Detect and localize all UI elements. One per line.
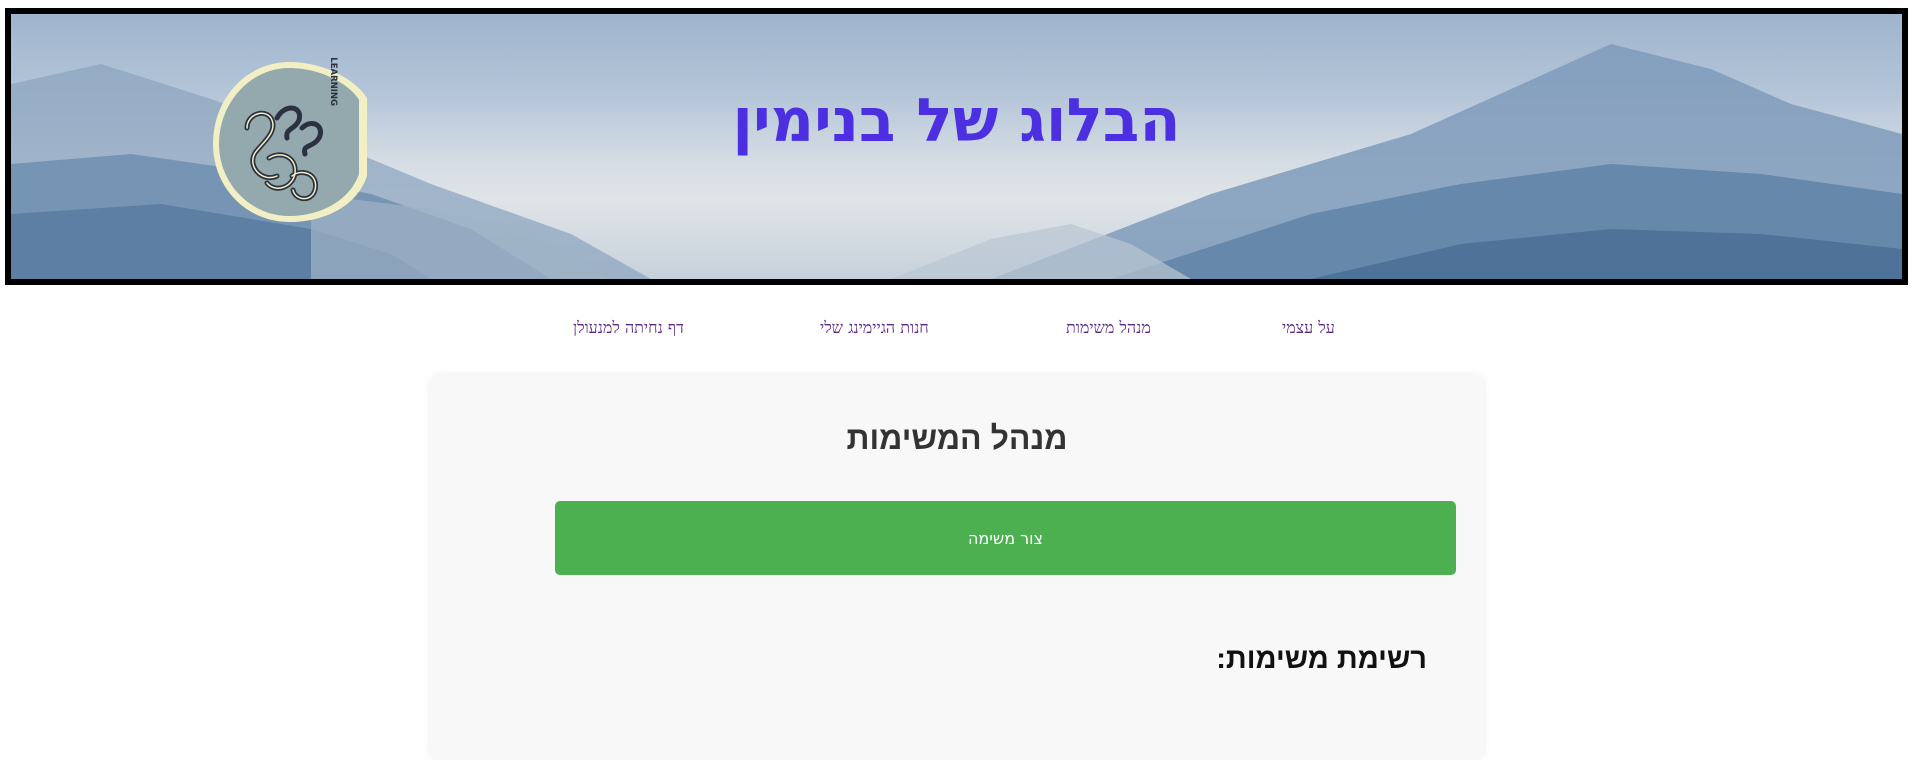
task-list-heading: רשימת משימות:	[1216, 643, 1427, 675]
task-manager-card: מנהל המשימות צור משימה רשימת משימות:	[430, 375, 1484, 760]
nav-item-locksmith-landing[interactable]: דף נחיתה למנעולן	[573, 318, 684, 338]
create-task-button[interactable]: צור משימה	[555, 501, 1456, 575]
nav-item-task-manager[interactable]: מנהל משימות	[1066, 318, 1151, 338]
main-nav: על עצמי מנהל משימות חנות הגיימינג שלי דף…	[0, 318, 1914, 342]
nav-item-about-me[interactable]: על עצמי	[1282, 318, 1335, 338]
page-title: מנהל המשימות	[846, 420, 1068, 456]
nav-item-gaming-store[interactable]: חנות הגיימינג שלי	[820, 318, 929, 338]
site-title: הבלוג של בנימין	[732, 86, 1181, 156]
header-banner: SELF-DIRECTED LEARNING הבלוג של בנימין	[5, 8, 1908, 285]
